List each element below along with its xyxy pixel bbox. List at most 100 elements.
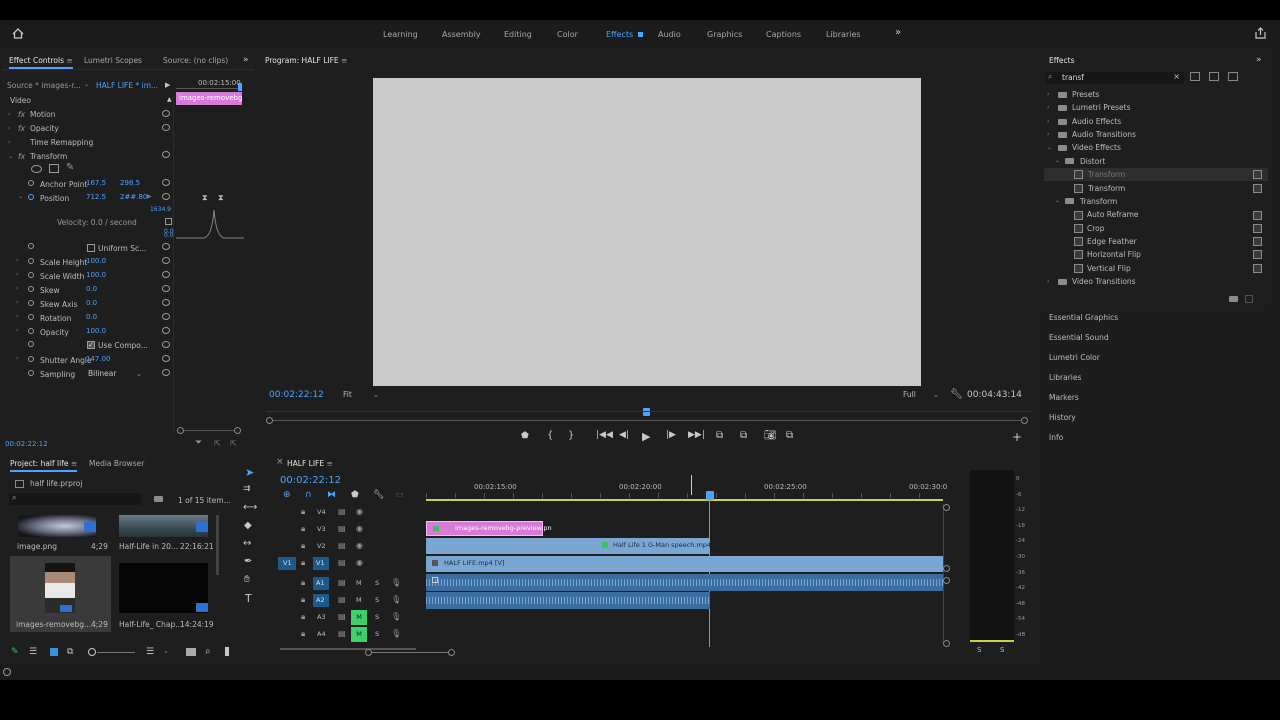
work-area-bar[interactable] [426,499,943,501]
ws-libraries[interactable]: Libraries [826,30,861,39]
writable-pencil-icon[interactable]: ✎ [11,647,19,657]
vscroll-handle-bottom[interactable] [943,640,950,647]
tree-item-auto-reframe[interactable]: Auto Reframe [1087,210,1139,219]
scale-height-value[interactable]: 100.0 [86,257,106,265]
rotation-value[interactable]: 0.0 [86,313,97,321]
reset-skew-icon[interactable] [162,285,170,292]
opacity2-value[interactable]: 100.0 [86,327,106,335]
tree-item-audio-effects[interactable]: Audio Effects [1072,117,1121,126]
source-selector[interactable]: Source * images-r... [7,81,81,90]
track-v2-label[interactable]: V2 [317,542,326,550]
play-only-audio-icon[interactable]: ▶ [165,81,170,89]
vscroll-handle-mid[interactable] [943,565,950,572]
ec-zoom-bar[interactable] [180,430,238,431]
ws-color[interactable]: Color [557,30,578,39]
clip-v2-gman[interactable]: Half Life 1 G-Man speech.mp4 [V] [426,538,723,554]
mark-out-icon[interactable]: } [568,430,574,441]
position-x-value[interactable]: 712.5 [86,193,106,201]
snap-icon[interactable]: ∩ [305,490,312,500]
expand-opacity-icon[interactable]: › [8,125,10,132]
scale-width-value[interactable]: 100.0 [86,271,106,279]
ripple-edit-tool-icon[interactable]: ⟷ [243,502,257,513]
reset-transform-icon[interactable] [162,151,170,158]
step-forward-icon[interactable]: |▶ [666,430,676,440]
ec-clip-bar[interactable]: images-removebg [176,92,242,105]
v2-eye-icon[interactable]: ◉ [356,541,363,550]
ws-graphics[interactable]: Graphics [707,30,742,39]
tree-item-horizontal-flip[interactable]: Horizontal Flip [1087,250,1141,259]
clip-v1-half-life[interactable]: HALF LIFE.mp4 [V] [426,556,943,572]
program-playhead[interactable] [643,408,650,416]
tab-project[interactable]: Project: half life ≡ [10,459,78,472]
ws-learning[interactable]: Learning [383,30,418,39]
clip-selector[interactable]: HALF LIFE * im... [96,81,158,90]
item-name-half-life-chap[interactable]: Half-Life_ Chap... [119,620,182,629]
ws-effects-menu-icon[interactable] [638,32,643,37]
hscroll-handle-left[interactable] [365,649,372,656]
track-a4-label[interactable]: A4 [317,630,326,638]
expand-skew-axis-icon[interactable]: › [16,299,18,306]
zoom-slider-track[interactable] [97,652,135,653]
ec-zoom-handle-left[interactable] [177,427,184,434]
use-comp-checkbox[interactable]: ✓ [87,341,95,349]
v1-eye-icon[interactable]: ◉ [356,558,363,567]
pen-tool-icon[interactable]: ✒ [244,556,252,567]
tab-source[interactable]: Source: (no clips) [163,56,228,65]
vscroll-handle-top[interactable] [943,504,950,511]
a4-lock-icon[interactable]: 🔒︎ [301,629,305,639]
a1-mic-icon[interactable]: 🎙︎ [391,578,401,587]
a3-mic-icon[interactable]: 🎙︎ [391,612,401,621]
a2-sync-icon[interactable]: ▤ [338,595,346,604]
tree-expand-video-transitions[interactable]: › [1047,278,1049,285]
delete-icon[interactable] [1245,295,1253,303]
a4-mic-icon[interactable]: 🎙︎ [391,629,401,638]
rotation-stopwatch-icon[interactable] [28,314,34,320]
project-bin-icon[interactable] [154,496,163,502]
ec-zoom-handle-right[interactable] [234,427,241,434]
a4-solo-button[interactable]: S [375,630,379,638]
play-button[interactable]: ▶ [642,430,650,443]
tree-expand-lumetri-presets[interactable]: › [1047,104,1049,111]
panel-info[interactable]: Info [1049,433,1063,442]
v1-sync-icon[interactable]: ▤ [338,558,346,567]
anchor-x-value[interactable]: 167.5 [86,179,106,187]
32bit-effects-icon[interactable] [1209,72,1219,81]
panel-lumetri-color[interactable]: Lumetri Color [1049,353,1100,362]
a4-mute-button[interactable]: M [351,627,367,642]
tab-lumetri-scopes[interactable]: Lumetri Scopes [84,56,142,65]
tree-item-audio-transitions[interactable]: Audio Transitions [1072,130,1136,139]
tree-item-presets[interactable]: Presets [1072,90,1099,99]
skew-axis-stopwatch-icon[interactable] [28,300,34,306]
rect-mask-icon[interactable] [49,164,59,173]
expand-rotation-icon[interactable]: › [16,313,18,320]
a4-sync-icon[interactable]: ▤ [338,629,346,638]
extract-icon[interactable]: ⧉ [740,430,747,441]
shutter-angle-value[interactable]: 147.00 [86,355,111,363]
panel-essential-sound[interactable]: Essential Sound [1049,333,1109,342]
a1-lock-icon[interactable]: 🔒︎ [301,578,305,588]
reset-scale-height-icon[interactable] [162,257,170,264]
reset-skew-axis-icon[interactable] [162,299,170,306]
go-to-out-icon[interactable]: ▶▶| [688,430,705,440]
meter-solo-right[interactable]: S [1000,646,1004,654]
keyframe-nav-left-icon[interactable]: ⧗ [202,193,208,203]
expand-shutter-icon[interactable]: › [16,355,18,362]
v2-lock-icon[interactable]: 🔒︎ [301,541,305,551]
a2-lock-icon[interactable]: 🔒︎ [301,595,305,605]
list-view-icon[interactable]: ☰ [29,647,37,657]
tree-expand-audio-transitions[interactable]: › [1047,131,1049,138]
panel-overflow-icon[interactable]: » [243,55,249,65]
panel-markers[interactable]: Markers [1049,393,1079,402]
ws-effects[interactable]: Effects [606,30,633,39]
freeform-view-icon[interactable]: ⧉ [67,647,73,657]
tree-expand-audio-effects[interactable]: › [1047,118,1049,125]
transform-label[interactable]: Transform [30,152,67,161]
lift-icon[interactable]: ⧉ [716,430,723,441]
ws-captions[interactable]: Captions [766,30,801,39]
reset-scale-width-icon[interactable] [162,271,170,278]
sort-icon[interactable]: ☰ [146,647,154,657]
razor-tool-icon[interactable]: ◆ [244,520,252,531]
yuv-effects-icon[interactable] [1228,72,1238,81]
clip-a2-audio[interactable] [426,592,710,609]
reset-position-icon[interactable] [162,193,170,200]
